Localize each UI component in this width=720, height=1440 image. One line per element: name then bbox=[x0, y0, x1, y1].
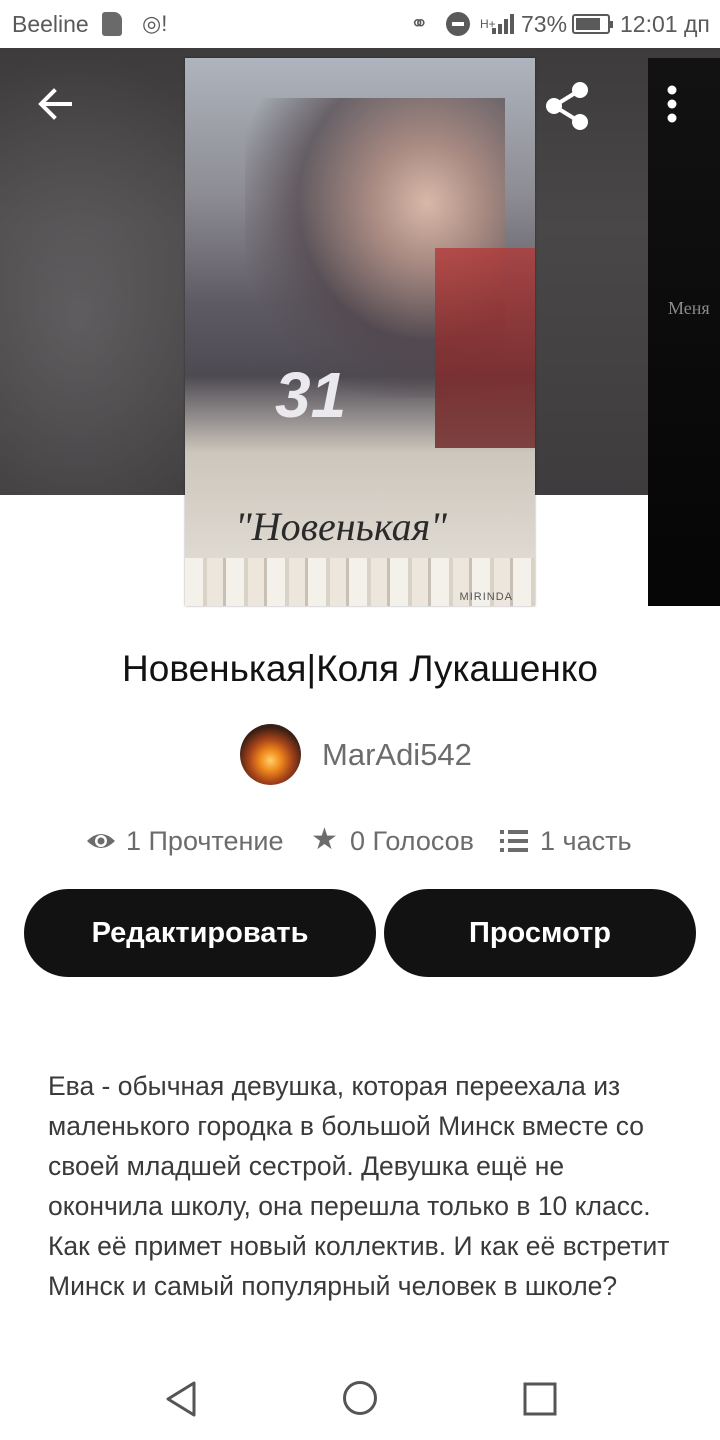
eye-icon bbox=[87, 834, 115, 848]
battery-icon bbox=[572, 14, 613, 34]
nav-recents-icon[interactable] bbox=[523, 1382, 557, 1416]
sim-card-icon bbox=[102, 12, 122, 36]
list-icon bbox=[500, 830, 528, 852]
navigation-bar bbox=[0, 1357, 720, 1440]
more-vertical-icon bbox=[667, 85, 677, 123]
author-name[interactable]: MarAdi542 bbox=[322, 737, 472, 773]
cover-credit: MIRINDA bbox=[459, 591, 513, 603]
hotspot-icon: ◎! bbox=[142, 11, 168, 36]
story-stats: 1 Прочтение ★ 0 Голосов 1 часть bbox=[0, 823, 720, 860]
reads-count: 1 Прочтение bbox=[126, 826, 284, 856]
cover-shirt bbox=[435, 248, 535, 448]
carrier-label: Beeline bbox=[12, 11, 89, 37]
nav-back-icon[interactable] bbox=[162, 1379, 200, 1419]
more-options-button[interactable] bbox=[656, 80, 688, 130]
status-bar: Beeline ◎! ⚭ H+ 73% 12:01 дп bbox=[0, 0, 720, 48]
avatar[interactable] bbox=[240, 724, 301, 785]
share-button[interactable] bbox=[540, 78, 596, 134]
nav-home-icon[interactable] bbox=[342, 1380, 378, 1416]
share-icon bbox=[546, 82, 588, 130]
arrow-left-icon bbox=[38, 88, 72, 120]
battery-percent: 73% bbox=[521, 11, 568, 37]
do-not-disturb-icon bbox=[446, 12, 470, 36]
cover-number: 31 bbox=[275, 359, 347, 431]
cover-title-text: "Новенькая" bbox=[235, 504, 447, 549]
story-cover[interactable]: 31 "Новенькая" MIRINDA bbox=[185, 58, 535, 606]
story-description: Ева - обычная девушка, которая переехала… bbox=[48, 1071, 670, 1301]
signal-strength-icon bbox=[492, 14, 516, 34]
star-icon: ★ bbox=[311, 823, 338, 856]
parts-count: 1 часть bbox=[540, 826, 632, 856]
next-cover-text: Меня bbox=[668, 298, 710, 318]
clock: 12:01 дп bbox=[620, 11, 710, 37]
votes-count: 0 Голосов bbox=[350, 826, 474, 856]
next-story-cover[interactable]: Меня bbox=[648, 58, 720, 606]
back-button[interactable] bbox=[30, 80, 82, 128]
headphones-icon: ⚭ bbox=[410, 11, 429, 36]
preview-button[interactable]: Просмотр bbox=[384, 889, 696, 977]
story-title: Новенькая|Коля Лукашенко bbox=[122, 648, 598, 689]
edit-button[interactable]: Редактировать bbox=[24, 889, 376, 977]
